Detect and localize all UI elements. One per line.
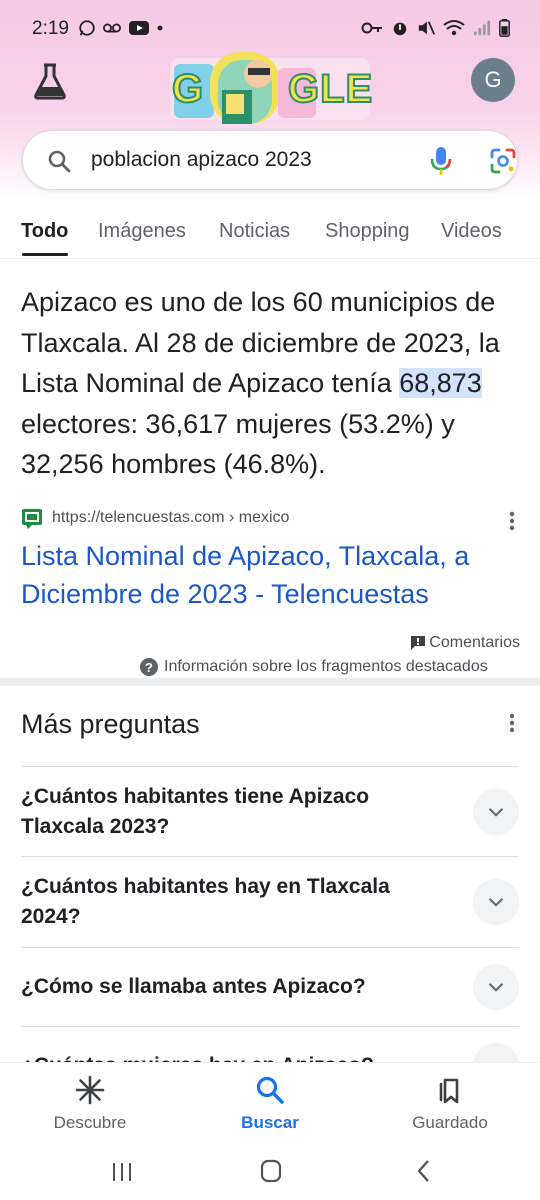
featured-snippet-text: Apizaco es uno de los 60 municipios de T… — [21, 282, 521, 485]
paa-question-item[interactable]: ¿Cuántas mujeres hay en Apizaco? — [21, 1027, 519, 1062]
comments-label: Comentarios — [429, 634, 520, 651]
paa-question-text: ¿Cuántos habitantes hay en Tlaxcala 2024… — [21, 875, 390, 928]
tab-shopping[interactable]: Shopping — [325, 220, 410, 243]
status-time: 2:19 — [32, 18, 69, 39]
search-icon — [48, 150, 71, 173]
featured-snippets-info[interactable]: ? Información sobre los fragmentos desta… — [140, 658, 520, 678]
active-tab-indicator — [22, 253, 68, 256]
comments-link[interactable]: Comentarios — [409, 634, 520, 652]
search-tabs: Todo Imágenes Noticias Shopping Videos — [0, 200, 540, 258]
nav-buscar-label: Buscar — [241, 1113, 299, 1132]
divider — [0, 258, 540, 259]
flask-icon[interactable] — [32, 62, 68, 100]
google-doodle[interactable]: G GLE — [170, 50, 374, 128]
site-favicon-icon — [22, 509, 42, 529]
voicemail-icon — [103, 23, 121, 33]
youtube-icon — [129, 21, 149, 35]
nav-guardado-label: Guardado — [412, 1113, 488, 1132]
system-navigation-bar — [0, 1148, 540, 1200]
paa-question-item[interactable]: ¿Cuántos habitantes tiene Apizaco Tlaxca… — [21, 767, 519, 856]
chevron-down-icon[interactable] — [473, 789, 519, 835]
result-title-link[interactable]: Lista Nominal de Apizaco, Tlaxcala, a Di… — [21, 537, 521, 613]
asterisk-icon — [75, 1075, 105, 1105]
home-icon[interactable] — [259, 1158, 283, 1184]
avatar-letter: G — [484, 67, 502, 92]
bottom-navigation: Descubre Buscar Guardado — [0, 1062, 540, 1148]
paa-more-options-icon[interactable] — [502, 712, 522, 734]
alarm-icon — [393, 22, 407, 36]
search-query[interactable]: poblacion apizaco 2023 — [91, 148, 312, 172]
help-icon: ? — [140, 658, 158, 676]
bookmarks-icon — [439, 1078, 459, 1104]
nav-buscar[interactable]: Buscar — [200, 1075, 340, 1133]
key-icon — [361, 22, 382, 34]
nav-descubre-label: Descubre — [53, 1113, 127, 1132]
doodle-text: GLE — [287, 66, 374, 112]
paa-question-item[interactable]: ¿Cuántos habitantes hay en Tlaxcala 2024… — [21, 857, 519, 947]
whatsapp-icon — [79, 20, 95, 36]
chevron-down-icon[interactable] — [473, 1043, 519, 1062]
tab-todo[interactable]: Todo — [21, 220, 68, 243]
tab-noticias[interactable]: Noticias — [219, 220, 290, 243]
back-icon[interactable] — [414, 1158, 434, 1184]
paa-question-text: ¿Cuántos habitantes tiene Apizaco Tlaxca… — [21, 785, 370, 838]
recents-icon[interactable] — [110, 1160, 134, 1184]
lens-camera-icon[interactable] — [489, 147, 517, 175]
feedback-icon — [411, 636, 426, 650]
nav-descubre[interactable]: Descubre — [20, 1075, 160, 1133]
more-options-icon[interactable] — [502, 510, 522, 532]
source-url[interactable]: https://telencuestas.com › mexico — [52, 509, 289, 527]
chevron-down-icon[interactable] — [473, 879, 519, 925]
snippet-text-after: electores: 36,617 mujeres (53.2%) y 32,2… — [21, 408, 455, 480]
account-avatar[interactable]: G — [471, 58, 515, 102]
dot-icon — [157, 25, 163, 31]
snippet-highlight: 68,873 — [399, 368, 482, 398]
wifi-icon — [443, 20, 465, 36]
mute-icon — [418, 21, 435, 35]
tab-imagenes[interactable]: Imágenes — [98, 220, 186, 243]
battery-icon — [499, 19, 510, 37]
paa-question-text: ¿Cómo se llamaba antes Apizaco? — [21, 975, 366, 998]
chevron-down-icon[interactable] — [473, 964, 519, 1010]
paa-title: Más preguntas — [21, 709, 200, 739]
microphone-icon[interactable] — [427, 145, 455, 177]
nav-guardado[interactable]: Guardado — [380, 1075, 520, 1133]
search-icon — [256, 1076, 284, 1104]
search-box[interactable]: poblacion apizaco 2023 — [22, 130, 518, 190]
tab-videos[interactable]: Videos — [441, 220, 502, 243]
signal-icon — [473, 20, 491, 36]
paa-question-text: ¿Cuántas mujeres hay en Apizaco? — [21, 1051, 441, 1062]
section-separator — [0, 678, 540, 686]
info-label: Información sobre los fragmentos destaca… — [164, 658, 488, 675]
paa-question-item[interactable]: ¿Cómo se llamaba antes Apizaco? — [21, 948, 519, 1026]
